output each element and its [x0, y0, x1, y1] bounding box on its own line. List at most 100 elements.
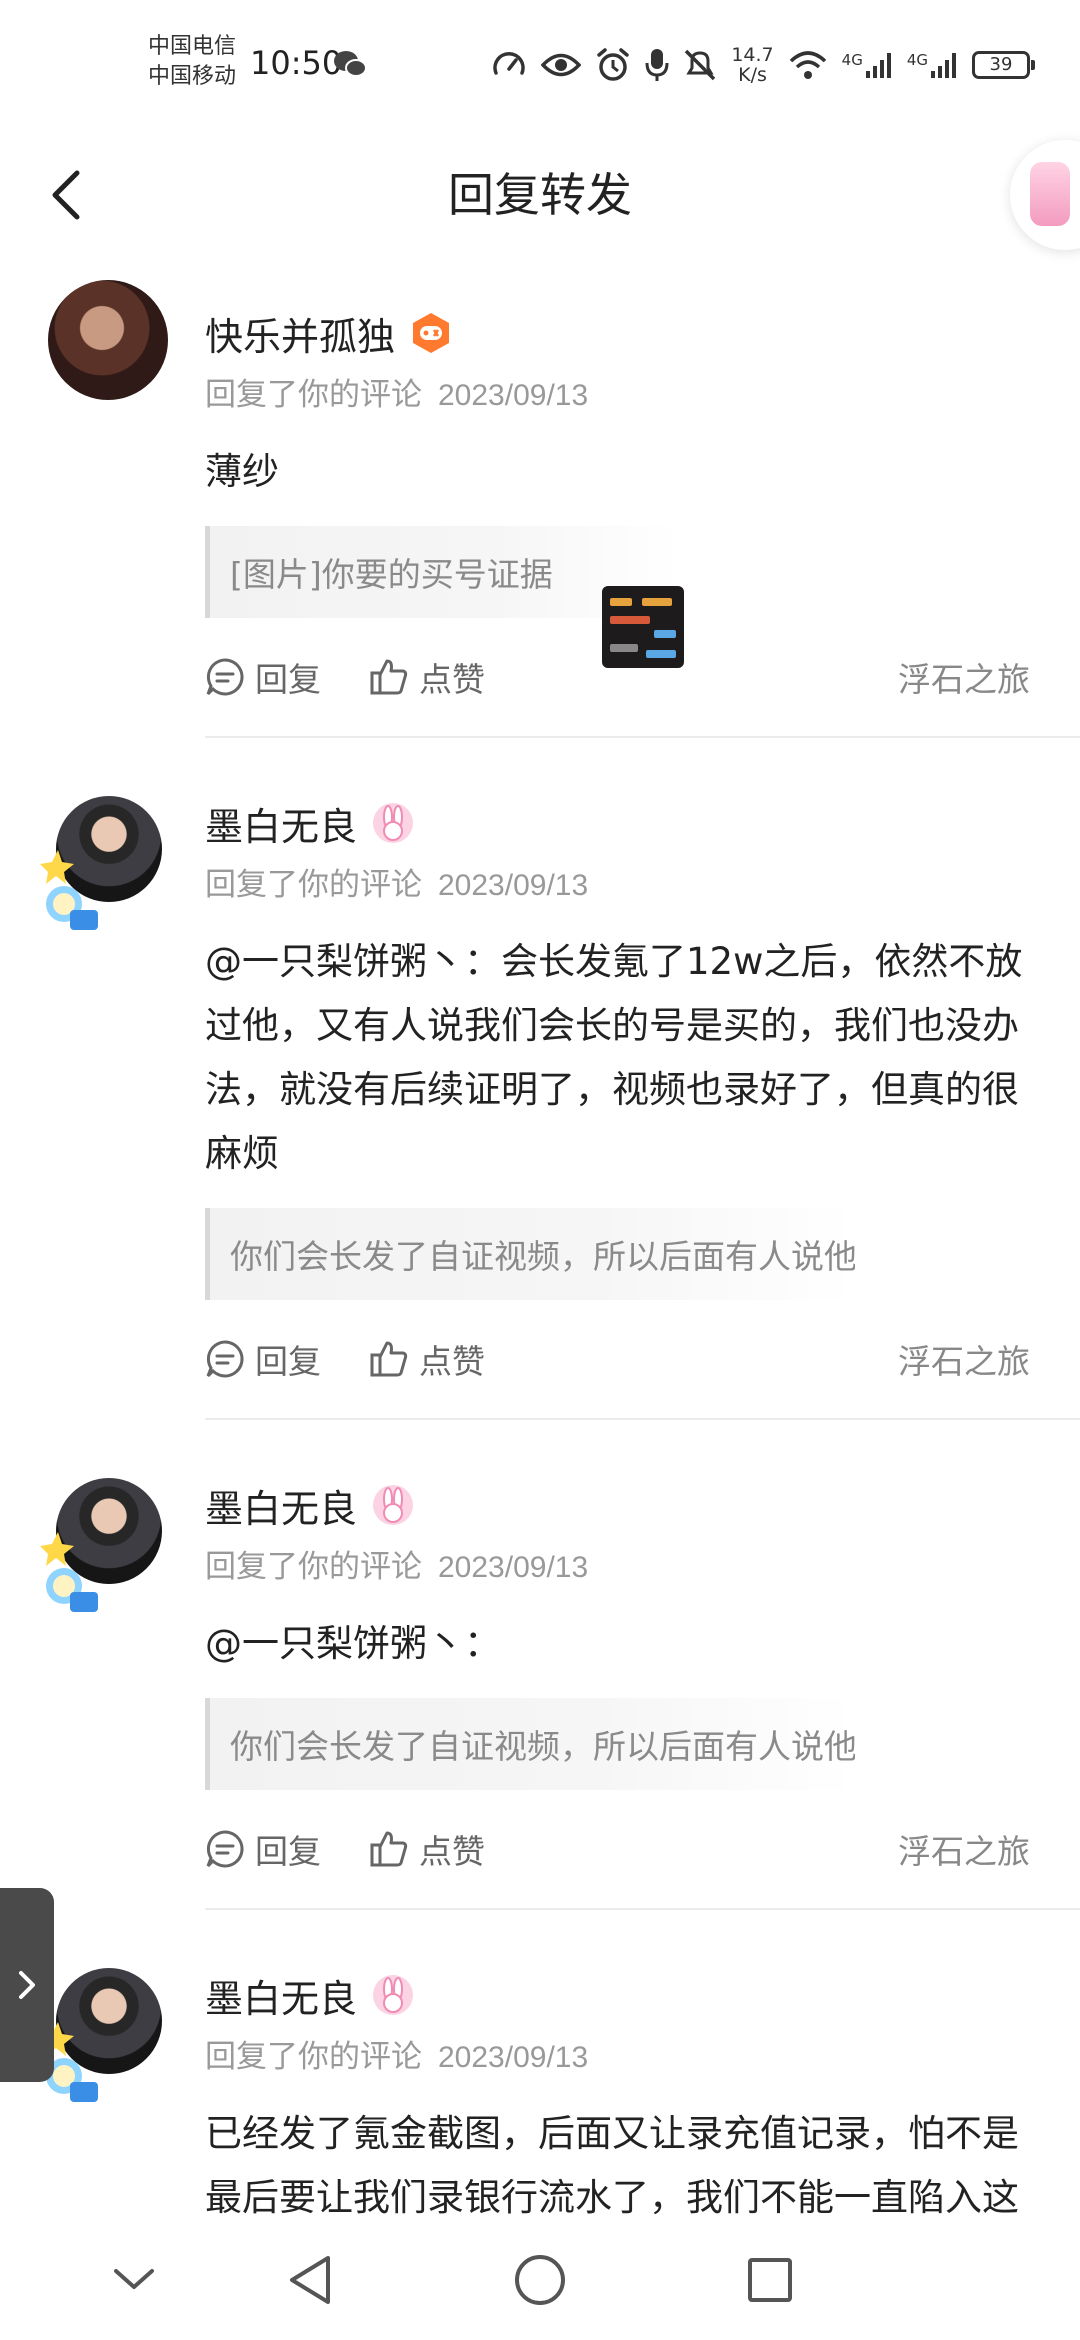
microphone-icon	[645, 49, 669, 81]
bunny-badge-icon	[373, 1485, 414, 1525]
action-text: 回复了你的评论	[205, 2039, 422, 2075]
source-game[interactable]: 浮石之旅	[898, 1335, 1030, 1383]
net-speed-unit: K/s	[738, 64, 767, 86]
reply-feed[interactable]: 快乐并孤独 回复了你的评论 2023/09/13 薄纱 [图片]你要的买号证据	[0, 260, 1080, 2220]
item-divider	[205, 1908, 1080, 1910]
reply-label: 回复	[255, 1832, 321, 1871]
game-controller-badge-icon	[413, 313, 450, 353]
nav-recent-button[interactable]	[740, 2250, 800, 2310]
reply-button[interactable]: 回复	[205, 1825, 321, 1873]
reply-item: 墨白无良 回复了你的评论 2023/09/13 已经发了氪金截图，后面又让录充值记…	[0, 1940, 1080, 2220]
chevron-down-icon	[114, 2269, 154, 2289]
header: 回复转发	[0, 130, 1080, 260]
like-label: 点赞	[419, 1832, 485, 1871]
comment-bubble-icon	[206, 1830, 244, 1868]
side-panel-handle[interactable]	[0, 1888, 54, 2082]
action-text: 回复了你的评论	[205, 867, 422, 903]
clock: 10:50	[250, 44, 343, 82]
quoted-text: 你们会长发了自证视频，所以后面有人说他刷…	[230, 1237, 855, 1276]
comment-bubble-icon	[206, 658, 244, 696]
triangle-back-icon	[290, 2256, 330, 2304]
like-button[interactable]: 点赞	[369, 1335, 485, 1383]
reply-button[interactable]: 回复	[205, 653, 321, 701]
reply-button[interactable]: 回复	[205, 1335, 321, 1383]
quoted-comment[interactable]: 你们会长发了自证视频，所以后面有人说他刷…	[205, 1208, 855, 1300]
circle-home-icon	[515, 2255, 565, 2305]
name-row: 墨白无良	[205, 768, 1030, 858]
reply-label: 回复	[255, 1342, 321, 1381]
nav-back-button[interactable]	[280, 2250, 340, 2310]
reply-date: 2023/09/13	[438, 869, 589, 902]
avatar[interactable]	[48, 280, 168, 400]
like-label: 点赞	[419, 660, 485, 699]
wifi-icon	[789, 51, 826, 79]
bell-muted-icon	[685, 49, 716, 81]
reply-actions: 回复 点赞 浮石之旅	[205, 1794, 1030, 1904]
username[interactable]: 墨白无良	[205, 1968, 357, 2023]
like-button[interactable]: 点赞	[369, 653, 485, 701]
nav-collapse-button[interactable]	[104, 2250, 164, 2310]
reply-label: 回复	[255, 660, 321, 699]
reply-date: 2023/09/13	[438, 2041, 589, 2074]
reply-meta: 回复了你的评论 2023/09/13	[205, 862, 1030, 908]
username[interactable]: 快乐并孤独	[205, 306, 395, 361]
screen: 中国电信 中国移动 10:50 14.7 K/s 4G 4G 39 回复转发 快…	[0, 0, 1080, 2340]
signal-bars-icon	[931, 53, 956, 78]
page-title: 回复转发	[448, 168, 632, 222]
action-text: 回复了你的评论	[205, 377, 422, 413]
item-divider	[205, 736, 1080, 738]
item-divider	[205, 1418, 1080, 1420]
username[interactable]: 墨白无良	[205, 796, 357, 851]
chevron-right-icon	[19, 1971, 35, 1999]
source-game[interactable]: 浮石之旅	[898, 1825, 1030, 1873]
square-recent-icon	[748, 2258, 792, 2302]
quoted-text: 你们会长发了自证视频，所以后面有人说他刷…	[230, 1727, 855, 1766]
status-bar: 中国电信 中国移动 10:50 14.7 K/s 4G 4G 39	[0, 0, 1080, 130]
source-game[interactable]: 浮石之旅	[898, 653, 1030, 701]
assistant-mascot-icon	[1030, 162, 1070, 226]
avatar-frame-decoration-icon	[40, 1532, 98, 1612]
thumbs-up-icon	[370, 1831, 408, 1867]
carrier-info: 中国电信 中国移动	[148, 32, 236, 92]
speedometer-icon	[493, 52, 526, 75]
thumbs-up-icon	[370, 1341, 408, 1377]
reply-item: 快乐并孤独 回复了你的评论 2023/09/13 薄纱 [图片]你要的买号证据	[0, 260, 1080, 732]
reply-content: 薄纱	[205, 450, 279, 493]
signal-1: 4G	[842, 51, 893, 79]
reply-date: 2023/09/13	[438, 1551, 589, 1584]
reply-meta: 回复了你的评论 2023/09/13	[205, 1544, 1030, 1590]
reply-actions: 回复 点赞 浮石之旅	[205, 1304, 1030, 1414]
signal-2-label: 4G	[906, 51, 928, 69]
name-row: 快乐并孤独	[205, 278, 1030, 368]
quoted-text: [图片]你要的买号证据	[230, 555, 553, 594]
system-navigation-bar	[0, 2220, 1080, 2340]
like-label: 点赞	[419, 1342, 485, 1381]
reply-content: @一只梨饼粥丶：	[205, 1622, 501, 1665]
username[interactable]: 墨白无良	[205, 1478, 357, 1533]
reply-date: 2023/09/13	[438, 379, 589, 412]
reply-content: @一只梨饼粥丶：会长发氪了12w之后，依然不放过他，又有人说我们会长的号是买的，…	[205, 940, 1023, 1175]
bunny-badge-icon	[373, 803, 414, 843]
net-speed-value: 14.7	[731, 44, 774, 66]
net-speed: 14.7 K/s	[731, 45, 773, 85]
like-button[interactable]: 点赞	[369, 1825, 485, 1873]
comment-bubble-icon	[206, 1340, 244, 1378]
signal-2: 4G	[907, 51, 958, 79]
carrier-2: 中国移动	[148, 64, 237, 89]
name-row: 墨白无良	[205, 1450, 1030, 1540]
nav-home-button[interactable]	[510, 2250, 570, 2310]
avatar-frame-decoration-icon	[40, 850, 98, 930]
wechat-icon	[334, 51, 367, 77]
quoted-comment[interactable]: 你们会长发了自证视频，所以后面有人说他刷…	[205, 1698, 855, 1790]
carrier-1: 中国电信	[148, 34, 237, 59]
quoted-image-thumbnail[interactable]	[602, 586, 684, 668]
reply-item: 墨白无良 回复了你的评论 2023/09/13 @一只梨饼粥丶：会长发氪了12w之…	[0, 768, 1080, 1414]
signal-bars-icon	[865, 53, 891, 78]
eye-icon	[541, 53, 582, 77]
reply-meta: 回复了你的评论 2023/09/13	[205, 372, 1030, 418]
thumbs-up-icon	[370, 659, 408, 695]
reply-content: 已经发了氪金截图，后面又让录充值记录，怕不是最后要让我们录银行流水了，我们不能一…	[205, 2112, 1019, 2219]
floating-assistant-button[interactable]	[1010, 140, 1080, 250]
name-row: 墨白无良	[205, 1940, 1030, 2030]
reply-item: 墨白无良 回复了你的评论 2023/09/13 @一只梨饼粥丶： 你们会长发了自证…	[0, 1450, 1080, 1904]
